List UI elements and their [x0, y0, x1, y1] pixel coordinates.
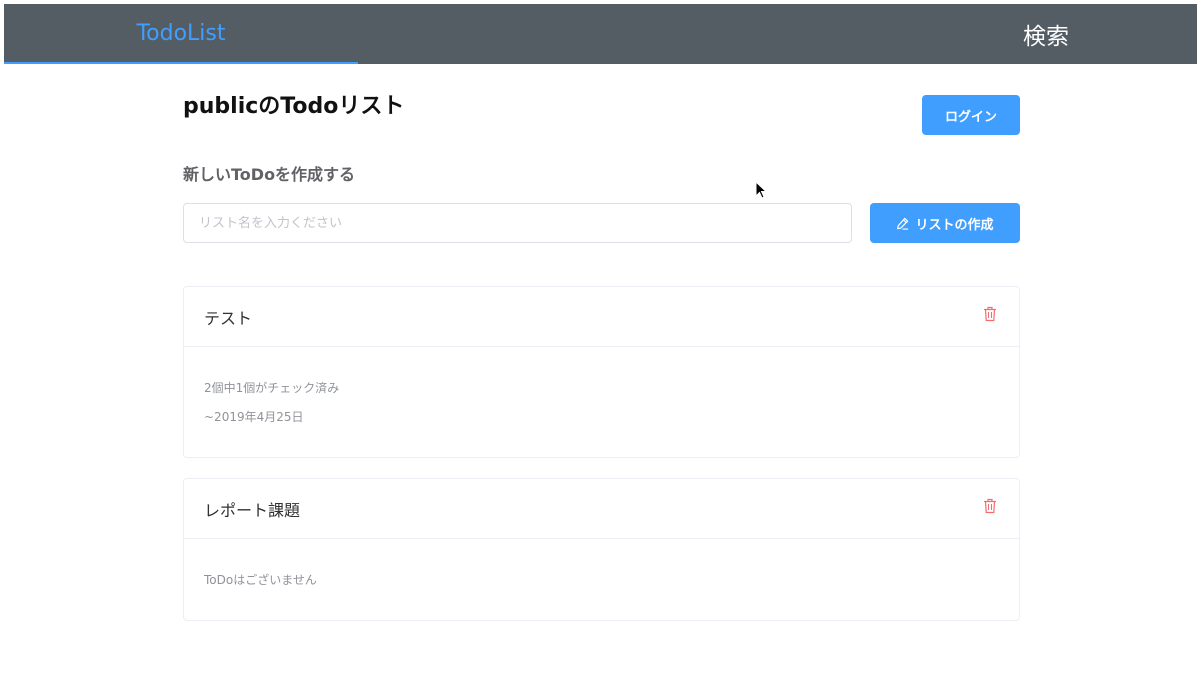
mouse-cursor-icon: [755, 181, 767, 199]
app-frame: TodoList 検索 publicのTodoリスト ログイン 新しいToDoを…: [4, 4, 1197, 673]
nav-search-label: 検索: [1023, 24, 1069, 50]
card-body: 2個中1個がチェック済み ~2019年4月25日: [184, 347, 1019, 445]
nav-brand-label: TodoList: [136, 20, 226, 46]
login-button[interactable]: ログイン: [922, 95, 1020, 135]
card-title[interactable]: テスト: [204, 305, 252, 329]
create-list-button-label: リストの作成: [915, 217, 994, 233]
page-title: publicのTodoリスト: [183, 94, 405, 119]
card-title[interactable]: レポート課題: [204, 497, 300, 521]
create-list-button[interactable]: リストの作成: [870, 203, 1020, 243]
card-body: ToDoはございません: [184, 539, 1019, 608]
due-date-text: ~2019年4月25日: [204, 410, 304, 424]
create-section-title: 新しいToDoを作成する: [183, 165, 356, 184]
todo-list-card[interactable]: レポート課題 ToDoはございません: [183, 478, 1020, 621]
top-navbar: TodoList 検索: [4, 4, 1197, 64]
empty-todo-text: ToDoはございません: [204, 573, 317, 587]
list-name-input[interactable]: [183, 203, 852, 243]
trash-icon[interactable]: [983, 498, 997, 514]
card-header: テスト: [184, 287, 1019, 347]
todo-list-card[interactable]: テスト 2個中1個がチェック済み ~2019年4月25日: [183, 286, 1020, 458]
card-header: レポート課題: [184, 479, 1019, 539]
login-button-label: ログイン: [944, 109, 997, 125]
nav-item-todolist[interactable]: TodoList: [4, 4, 358, 64]
nav-item-search[interactable]: 検索: [1023, 4, 1069, 64]
check-status-text: 2個中1個がチェック済み: [204, 381, 340, 395]
pencil-icon: [897, 217, 909, 230]
trash-icon[interactable]: [983, 306, 997, 322]
